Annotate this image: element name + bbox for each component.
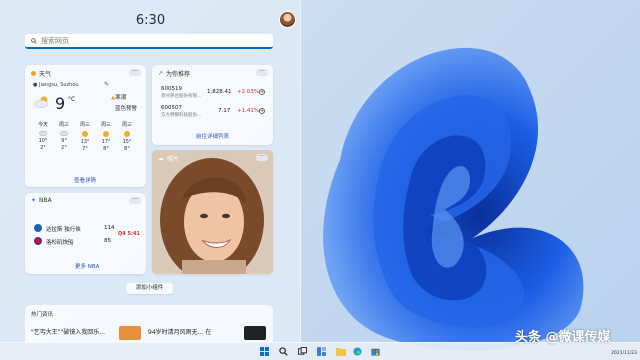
- stock-row-2[interactable]: 600507 方大特钢科技股份...: [161, 105, 201, 119]
- bloom-wallpaper: [323, 47, 584, 351]
- photos-more-button[interactable]: ···: [256, 154, 268, 161]
- edge-icon[interactable]: [352, 346, 363, 357]
- search-input[interactable]: 搜索网页: [25, 34, 273, 49]
- weather-sun-icon: [31, 71, 36, 76]
- stock-price: 7.17: [218, 108, 231, 114]
- sun-icon: [124, 131, 130, 137]
- news-thumbnail: [244, 326, 266, 340]
- forecast-day-label: 周三: [121, 122, 132, 128]
- forecast-high: 10°: [38, 138, 48, 144]
- start-icon[interactable]: [259, 346, 270, 357]
- taskbar-date: 2021/11/23: [611, 351, 637, 356]
- stocks-more-button[interactable]: ···: [256, 69, 268, 76]
- clippers-logo-icon: [34, 237, 42, 245]
- game-status: Q4 5:41: [118, 231, 140, 237]
- panel-clock: 6:30: [135, 13, 166, 28]
- edit-location-icon[interactable]: ✎: [104, 81, 109, 88]
- weather-location-label: Jiangsu, Suzhou: [38, 82, 79, 88]
- stocks-details-link[interactable]: 前往详细列表: [196, 132, 229, 140]
- sun-icon: [82, 131, 88, 137]
- weather-location: ● Jiangsu, Suzhou: [33, 82, 79, 88]
- forecast-high: 13°: [80, 139, 90, 145]
- add-stock-icon[interactable]: +: [259, 108, 265, 114]
- forecast-low: 2°: [61, 145, 67, 151]
- stock-change: +1.41%: [237, 108, 260, 114]
- forecast-high: 15°: [122, 139, 132, 145]
- forecast-day-label: 周三: [100, 122, 111, 128]
- widgets-icon[interactable]: [316, 346, 327, 357]
- team-score: 85: [104, 238, 111, 244]
- news-title: 热门资讯: [31, 312, 54, 318]
- forecast-day-label: 周三: [58, 122, 69, 128]
- forecast-day-3: 周三 13° 7°: [76, 122, 94, 153]
- stock-code: 600519: [161, 86, 182, 92]
- team-score: 114: [104, 225, 115, 231]
- news-thumbnail: [119, 326, 141, 340]
- cloud-icon: [39, 131, 47, 136]
- cloud-sun-icon: [33, 96, 49, 108]
- stock-change: +2.03%: [237, 89, 260, 95]
- weather-card-title: 天气: [39, 71, 52, 78]
- search-icon: [31, 37, 37, 44]
- weather-alert: 蓝色预警: [115, 106, 138, 112]
- forecast-day-label: 今天: [37, 122, 48, 128]
- forecast-low: 2°: [40, 145, 46, 151]
- team-name: 达拉斯 独行侠: [46, 227, 81, 233]
- stock-name: 方大特钢科技股份...: [161, 113, 202, 118]
- taskbar-search-icon[interactable]: [278, 346, 289, 357]
- photos-card[interactable]: ☁ 照片 ···: [152, 150, 273, 274]
- weather-details-link[interactable]: 查看详情: [74, 176, 96, 184]
- condition-label: 寒潮: [115, 95, 127, 101]
- news-headline-2[interactable]: 94岁时清月风雨无... 在: [148, 327, 211, 336]
- weather-unit: °C: [68, 96, 76, 103]
- weather-condition: ▲寒潮: [111, 95, 126, 102]
- task-view-icon[interactable]: [297, 346, 308, 357]
- nba-more-link[interactable]: 更多 NBA: [75, 262, 99, 270]
- sun-icon: [103, 131, 109, 137]
- stock-price: 1,828.41: [207, 89, 232, 95]
- cloud-photo-icon: ☁: [158, 155, 164, 162]
- widgets-panel: 6:30 搜索网页 天气 ··· ● Jiangsu, Suzhou ✎ 9 °…: [0, 0, 301, 342]
- forecast-low: 8°: [124, 146, 130, 152]
- stock-row-1[interactable]: 600519 贵州茅台股份有限...: [161, 86, 201, 100]
- mavericks-logo-icon: [34, 224, 42, 232]
- portrait-photo: [152, 150, 273, 274]
- add-stock-icon[interactable]: +: [259, 89, 265, 95]
- forecast-day-1: 今天 10° 2°: [34, 122, 52, 152]
- stock-code: 600507: [161, 105, 182, 111]
- nba-more-button[interactable]: ···: [129, 197, 141, 204]
- stock-name: 贵州茅台股份有限...: [161, 94, 202, 99]
- desktop: 6:30 搜索网页 天气 ··· ● Jiangsu, Suzhou ✎ 9 °…: [0, 0, 640, 360]
- add-widget-button[interactable]: 添加小组件: [126, 283, 173, 294]
- news-headline[interactable]: "乞丐大王""破镜入我回乐...: [31, 327, 105, 336]
- basketball-icon: ✦: [31, 197, 37, 204]
- search-placeholder: 搜索网页: [41, 36, 69, 45]
- stock-chart-icon: ↗: [158, 70, 164, 77]
- location-pin-icon: ●: [33, 82, 38, 88]
- photos-card-title: 照片: [167, 156, 180, 163]
- forecast-low: 7°: [82, 146, 88, 152]
- file-explorer-icon[interactable]: [335, 346, 346, 357]
- user-avatar[interactable]: [279, 11, 296, 28]
- forecast-low: 8°: [103, 146, 109, 152]
- team-name: 洛杉矶快船: [46, 240, 74, 246]
- store-icon[interactable]: [370, 346, 381, 357]
- weather-temperature: 9: [55, 94, 66, 113]
- news-card[interactable]: 热门资讯 "乞丐大王""破镜入我回乐... 94岁时清月风雨无... 在: [25, 305, 273, 342]
- watermark: 头条 @微课传媒: [515, 330, 611, 345]
- forecast-day-2: 周三 9° 2°: [55, 122, 73, 152]
- forecast-day-4: 周三 17° 8°: [97, 122, 115, 153]
- weather-more-button[interactable]: ···: [129, 69, 141, 76]
- forecast-day-5: 周三 15° 8°: [118, 122, 136, 153]
- stocks-card-title: 为你推荐: [166, 71, 191, 78]
- nba-card-title: NBA: [39, 197, 52, 204]
- forecast-high: 9°: [61, 138, 67, 144]
- forecast-day-label: 周三: [79, 122, 90, 128]
- cloud-icon: [60, 131, 68, 136]
- forecast-high: 17°: [101, 139, 111, 145]
